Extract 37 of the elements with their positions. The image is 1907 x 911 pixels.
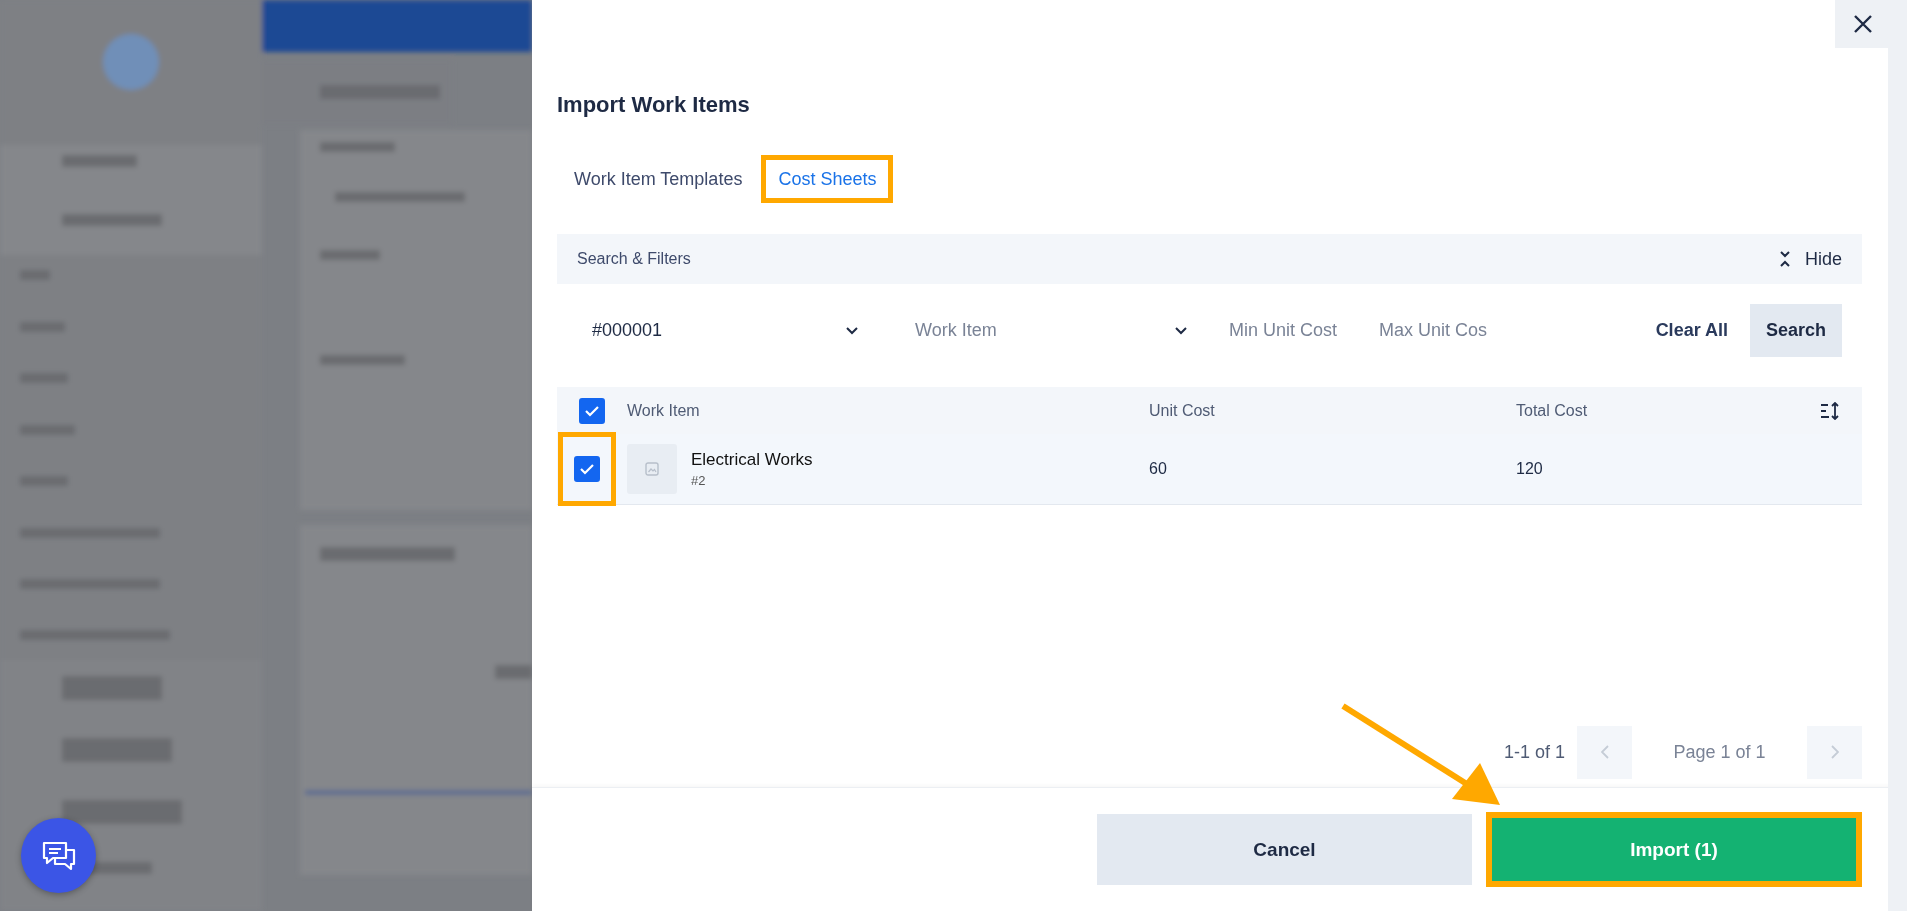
chevron-right-icon — [1830, 745, 1839, 759]
work-item-code: #2 — [691, 473, 707, 488]
chat-bubbles-icon — [40, 839, 77, 872]
work-item-name: Electrical Works — [691, 450, 813, 470]
sort-icon[interactable] — [1820, 401, 1840, 420]
check-icon — [584, 404, 600, 417]
tab[interactable]: Work Item Templates — [557, 155, 760, 203]
hide-button[interactable]: Hide — [1778, 248, 1842, 270]
checkbox[interactable] — [574, 456, 600, 482]
chevron-down-icon — [1175, 326, 1187, 335]
filters-title: Search & Filters — [577, 250, 691, 268]
close-icon — [1852, 14, 1873, 34]
pagination-range: 1-1 of 1 — [1503, 741, 1565, 763]
check-icon — [579, 463, 595, 475]
checkbox[interactable] — [579, 397, 605, 424]
search-button[interactable]: Search — [1750, 304, 1842, 357]
collapse-icon — [1778, 250, 1791, 268]
image-placeholder-icon — [627, 444, 677, 494]
chevron-down-icon — [846, 326, 858, 335]
input-field[interactable]: Min Unit Cost — [1229, 304, 1354, 357]
cancel-button[interactable]: Cancel — [1097, 814, 1472, 885]
column-header: Total Cost — [1516, 401, 1588, 419]
tab[interactable]: Cost Sheets — [761, 155, 894, 203]
table-cell-text: 120 — [1516, 460, 1544, 478]
column-header: Unit Cost — [1149, 401, 1215, 419]
close-button[interactable] — [1835, 0, 1890, 48]
select-field[interactable]: #000001 — [557, 304, 882, 357]
column-header: Work Item — [627, 401, 700, 420]
input-field[interactable]: Max Unit Cos — [1379, 304, 1511, 357]
select-value: #000001 — [592, 320, 663, 341]
clear-all-button[interactable]: Clear All — [1655, 320, 1750, 341]
chevron-left-icon — [1600, 745, 1609, 759]
select-field[interactable]: Work Item — [882, 304, 1204, 357]
table-cell-text: 60 — [1149, 460, 1168, 478]
dialog-title: Import Work Items — [557, 92, 751, 118]
page-indicator: Page 1 of 1 — [1672, 741, 1767, 763]
select-placeholder: Work Item — [915, 320, 997, 341]
